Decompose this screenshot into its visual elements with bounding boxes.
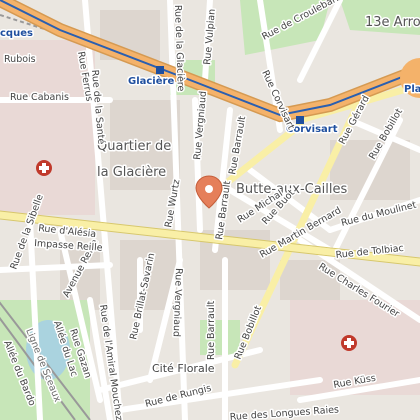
metro-label-place[interactable]: Pla <box>403 83 420 97</box>
metro-label-glaciere[interactable]: Glacière <box>127 74 176 89</box>
street-label: Rubois <box>4 54 36 65</box>
map-view[interactable]: Quartier de la Glacière Butte-aux-Caille… <box>0 0 420 420</box>
district-label: 13e Arro <box>365 15 420 30</box>
area-label: Cité Florale <box>152 362 215 375</box>
metro-station-icon[interactable] <box>296 116 304 124</box>
hospital-icon[interactable] <box>341 335 357 351</box>
map-canvas: Quartier de la Glacière Butte-aux-Caille… <box>0 0 420 420</box>
district-label: la Glacière <box>97 165 166 180</box>
metro-label-jacques[interactable]: cques <box>0 27 34 41</box>
street-label: Rue Barrault <box>206 300 217 360</box>
district-label: Quartier de <box>97 139 171 154</box>
street-label: Rue Cabanis <box>10 92 69 103</box>
hospital-icon[interactable] <box>36 160 52 176</box>
metro-station-icon[interactable] <box>156 66 164 74</box>
